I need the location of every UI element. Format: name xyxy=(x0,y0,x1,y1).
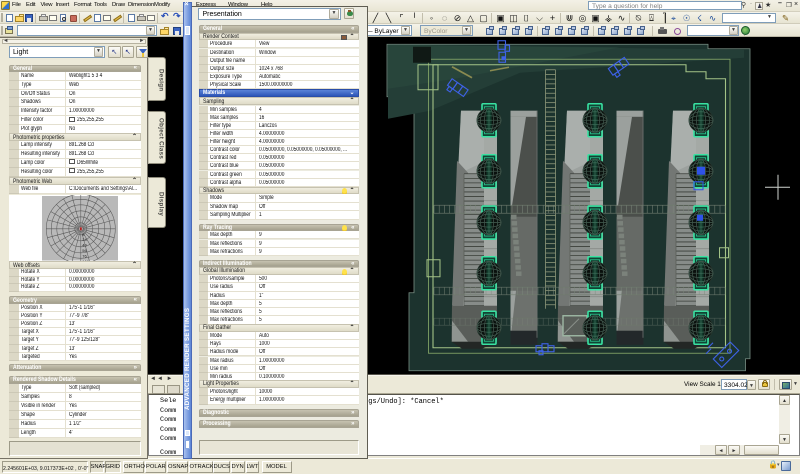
svg-text:40: 40 xyxy=(82,242,87,247)
svg-text:76: 76 xyxy=(82,253,87,258)
svg-text:24: 24 xyxy=(82,237,87,242)
svg-text:56: 56 xyxy=(82,248,87,253)
